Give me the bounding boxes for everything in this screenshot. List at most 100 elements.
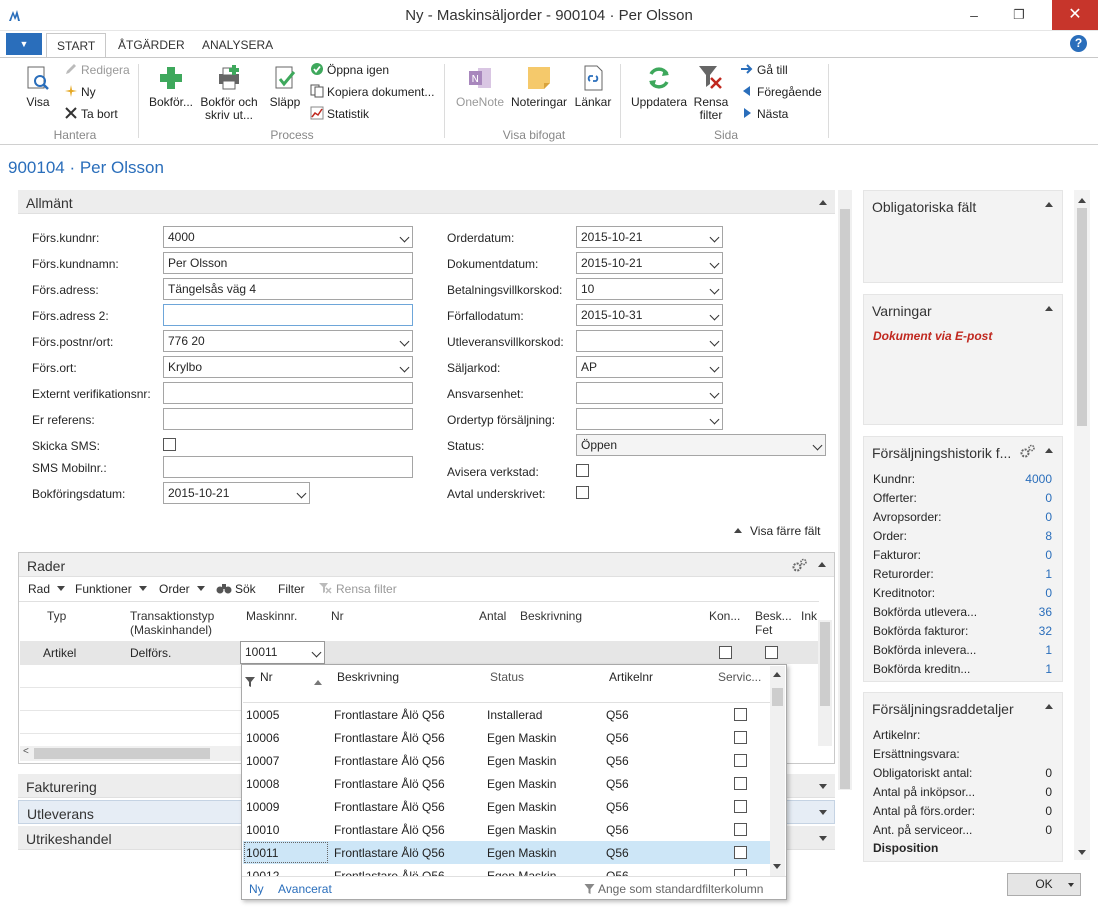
lookup-row[interactable]: 10010 Frontlastare Ålö Q56 Egen Maskin Q56 [243,818,770,841]
avisera-verkstad-checkbox[interactable] [576,464,589,477]
service-checkbox[interactable] [734,777,747,790]
visa-button[interactable]: Visa [22,64,54,109]
historik-value-link[interactable]: 0 [1045,586,1052,600]
lookup-row[interactable]: 10012 Frontlastare Ålö Q56 Egen Maskin Q56 [243,864,770,876]
sok-button[interactable]: Sök [216,582,256,596]
foregaende-button[interactable]: Föregående [740,83,822,101]
warning-message[interactable]: Dokument via E-post [873,329,992,343]
lookup-new-link[interactable]: Ny [249,882,264,896]
general-left-field-9[interactable] [163,456,413,478]
general-right-field-1[interactable]: 2015-10-21 [576,252,723,274]
skicka-sms-checkbox[interactable] [163,438,176,451]
bokfor-button[interactable]: Bokför... [146,64,196,109]
general-left-field-1[interactable]: Per Olsson [163,252,413,274]
service-checkbox[interactable] [734,754,747,767]
tab-atgarder[interactable]: ÅTGÄRDER [108,33,195,57]
historik-value-link[interactable]: 1 [1045,643,1052,657]
maximize-button[interactable]: ❐ [1003,0,1035,30]
general-right-field-3[interactable]: 2015-10-31 [576,304,723,326]
dd-col-status[interactable]: Status [490,670,524,684]
general-right-field-2[interactable]: 10 [576,278,723,300]
service-checkbox[interactable] [734,869,747,876]
rensa-filter-lines-button[interactable]: Rensa filter [318,582,397,596]
rad-menu[interactable]: Rad [28,582,66,596]
service-checkbox[interactable] [734,800,747,813]
col-typ[interactable]: Typ [47,609,66,623]
lookup-row[interactable]: 10006 Frontlastare Ålö Q56 Egen Maskin Q56 [243,726,770,749]
redigera-button[interactable]: Redigera [64,61,130,79]
dd-col-artikelnr[interactable]: Artikelnr [609,670,653,684]
historik-value-link[interactable]: 0 [1045,491,1052,505]
dd-col-nr[interactable]: Nr [260,670,273,684]
lookup-row[interactable]: 10007 Frontlastare Ålö Q56 Egen Maskin Q56 [243,749,770,772]
general-left-field-4[interactable]: 776 20 [163,330,413,352]
lines-horizontal-scrollbar[interactable]: < [20,746,242,761]
general-right-field-0[interactable]: 2015-10-21 [576,226,723,248]
collapse-icon[interactable] [1045,202,1053,207]
filter-icon[interactable] [245,677,255,687]
lookup-row[interactable]: 10008 Frontlastare Ålö Q56 Egen Maskin Q56 [243,772,770,795]
historik-value-link[interactable]: 36 [1039,605,1052,619]
general-section-header[interactable]: Allmänt [18,190,835,214]
onenote-button[interactable]: N OneNote [452,64,508,109]
col-kon[interactable]: Kon... [709,609,740,623]
historik-value-link[interactable]: 1 [1045,567,1052,581]
general-right-field-5[interactable]: AP [576,356,723,378]
factbox-scrollbar[interactable] [1074,190,1090,860]
tab-analysera[interactable]: ANALYSERA [192,33,283,57]
lankar-button[interactable]: Länkar [574,64,612,109]
ny-button[interactable]: Ny [64,83,96,101]
gears-icon[interactable] [1020,444,1036,458]
lookup-row[interactable]: 10009 Frontlastare Ålö Q56 Egen Maskin Q56 [243,795,770,818]
help-icon[interactable]: ? [1070,35,1087,52]
historik-value-link[interactable]: 0 [1045,510,1052,524]
nasta-button[interactable]: Nästa [740,105,788,123]
general-left-field-5[interactable]: Krylbo [163,356,413,378]
statistik-button[interactable]: Statistik [310,105,369,123]
collapse-icon[interactable] [1045,704,1053,709]
historik-value-link[interactable]: 32 [1039,624,1052,638]
collapse-icon[interactable] [1045,306,1053,311]
minimize-button[interactable]: – [958,0,990,30]
col-maskinnr[interactable]: Maskinnr. [246,609,297,623]
collapse-icon[interactable] [1045,448,1053,453]
general-left-field-0[interactable]: 4000 [163,226,413,248]
col-besk[interactable]: Besk... Fet [755,609,792,637]
ga-till-button[interactable]: Gå till [740,61,788,79]
ta-bort-button[interactable]: Ta bort [64,105,118,123]
general-left-field-10[interactable]: 2015-10-21 [163,482,310,504]
maskinnr-input[interactable]: 10011 [240,641,325,664]
besk-fet-checkbox[interactable] [765,646,778,659]
funktioner-menu[interactable]: Funktioner [75,582,148,596]
general-left-field-3[interactable] [163,304,413,326]
rensa-filter-button[interactable]: Rensa filter [692,64,730,122]
historik-value-link[interactable]: 1 [1045,662,1052,676]
service-checkbox[interactable] [734,708,747,721]
main-vertical-scrollbar[interactable] [838,190,852,790]
kon-checkbox[interactable] [719,646,732,659]
lookup-advanced-link[interactable]: Avancerat [278,882,332,896]
kopiera-dokument-button[interactable]: Kopiera dokument... [310,83,434,101]
lookup-row[interactable]: 10011 Frontlastare Ålö Q56 Egen Maskin Q56 [243,841,770,864]
bokfor-skriv-ut-button[interactable]: Bokför och skriv ut... [198,64,260,122]
general-left-field-6[interactable] [163,382,413,404]
oppna-igen-button[interactable]: Öppna igen [310,61,389,79]
close-button[interactable]: ✕ [1052,0,1098,30]
avtal-underskrivet-checkbox[interactable] [576,486,589,499]
filter-button[interactable]: Filter [278,582,305,596]
col-beskrivning[interactable]: Beskrivning [520,609,582,623]
general-right-field-6[interactable] [576,382,723,404]
order-menu[interactable]: Order [159,582,206,596]
general-left-field-2[interactable]: Tängelsås väg 4 [163,278,413,300]
lines-section-header[interactable]: Rader [19,553,834,577]
col-transtyp[interactable]: Transaktionstyp (Maskinhandel) [130,609,214,637]
lines-vertical-scrollbar[interactable] [818,620,832,746]
col-ink[interactable]: Ink [801,609,817,623]
lookup-scrollbar[interactable] [770,666,785,876]
lookup-row[interactable]: 10005 Frontlastare Ålö Q56 Installerad Q56 [243,703,770,726]
uppdatera-button[interactable]: Uppdatera [628,64,690,109]
historik-value-link[interactable]: 8 [1045,529,1052,543]
service-checkbox[interactable] [734,823,747,836]
col-antal[interactable]: Antal [479,609,506,623]
ok-button[interactable]: OK [1007,873,1081,896]
